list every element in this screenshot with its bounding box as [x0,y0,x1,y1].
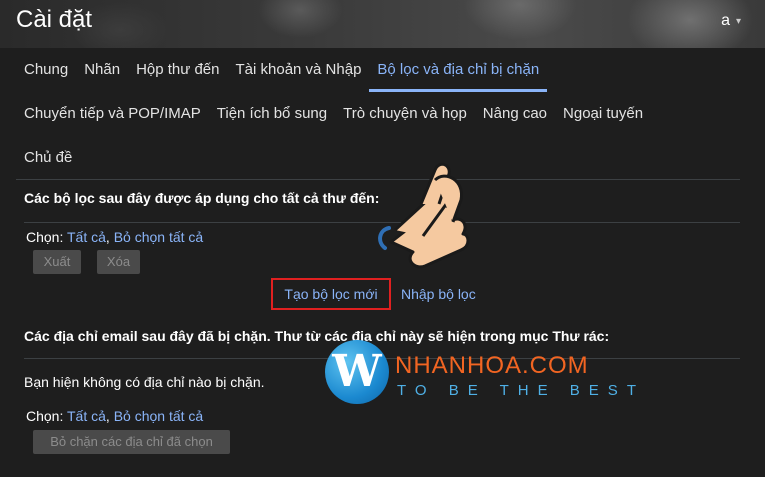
watermark-name: NHANHOA.COM [395,352,589,379]
import-filter-link[interactable]: Nhập bộ lọc [401,286,476,302]
delete-button[interactable]: Xóa [97,250,140,274]
tab-offline[interactable]: Ngoại tuyến [555,92,651,136]
tab-labels[interactable]: Nhãn [76,48,128,92]
tab-forwarding-pop-imap[interactable]: Chuyển tiếp và POP/IMAP [16,92,209,136]
deselect-all-link[interactable]: Bỏ chọn tất cả [114,229,204,245]
tab-themes[interactable]: Chủ đề [16,136,80,180]
select-all-link[interactable]: Tất cả [67,229,106,245]
blocked-deselect-all-link[interactable]: Bỏ chọn tất cả [114,408,204,424]
tab-inbox[interactable]: Hộp thư đến [128,48,227,92]
filters-heading: Các bộ lọc sau đây được áp dụng cho tất … [24,190,380,206]
tab-filters-blocked[interactable]: Bộ lọc và địa chỉ bị chặn [369,48,547,92]
account-initial: a [721,12,730,29]
blocked-select-line: Chọn: Tất cả, Bỏ chọn tất cả [26,408,203,424]
tab-general[interactable]: Chung [16,48,76,92]
page-title: Cài đặt [16,6,93,33]
account-menu[interactable]: a ▾ [721,12,741,30]
blocked-select-label: Chọn: [26,408,67,424]
create-filter-link[interactable]: Tạo bộ lọc mới [271,278,391,310]
watermark-logo: W [325,340,389,404]
tab-row-1: Chung Nhãn Hộp thư đến Tài khoản và Nhập… [16,48,756,92]
filters-select-line: Chọn: Tất cả, Bỏ chọn tất cả [26,229,203,245]
select-label: Chọn: [26,229,67,245]
watermark: W NHANHOA.COM TO BE THE BEST [325,340,636,410]
tab-addons[interactable]: Tiện ích bổ sung [209,92,335,136]
blocked-select-separator: , [105,408,114,424]
settings-page: Cài đặt a ▾ Chung Nhãn Hộp thư đến Tài k… [0,0,765,477]
chevron-down-icon: ▾ [735,15,741,27]
export-button[interactable]: Xuất [33,250,81,274]
tab-advanced[interactable]: Nâng cao [475,92,555,136]
pointing-hand-icon [378,162,470,269]
blocked-empty-message: Bạn hiện không có địa chỉ nào bị chặn. [24,374,265,390]
blocked-select-all-link[interactable]: Tất cả [67,408,106,424]
tab-accounts-import[interactable]: Tài khoản và Nhập [228,48,370,92]
select-separator: , [105,229,114,245]
header-bar: Cài đặt a ▾ [0,0,765,48]
watermark-slogan: TO BE THE BEST [397,382,645,399]
unblock-button[interactable]: Bỏ chặn các địa chỉ đã chọn [33,430,230,454]
